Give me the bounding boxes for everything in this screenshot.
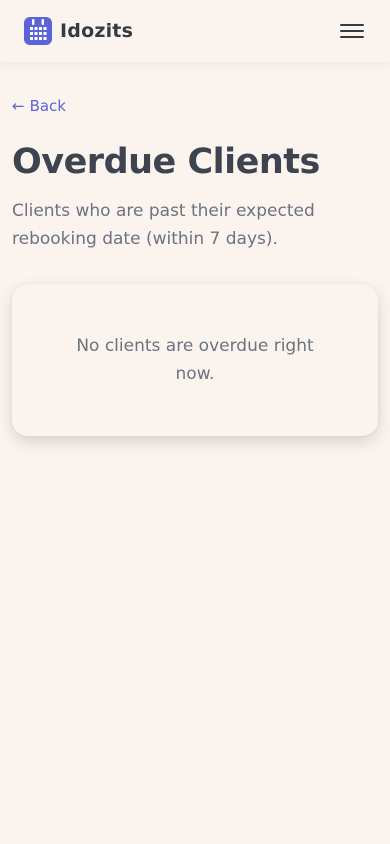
arrow-left-icon: ← bbox=[12, 97, 25, 115]
menu-line bbox=[340, 24, 364, 26]
empty-state-message: No clients are overdue right now. bbox=[76, 336, 314, 384]
menu-line bbox=[340, 36, 364, 38]
menu-line bbox=[340, 30, 364, 32]
overdue-clients-card: No clients are overdue right now. bbox=[12, 284, 378, 436]
back-link[interactable]: ← Back bbox=[12, 97, 66, 115]
calendar-icon bbox=[24, 17, 52, 45]
page-subtitle: Clients who are past their expected rebo… bbox=[12, 201, 315, 249]
app-header: Idozits bbox=[0, 0, 390, 62]
back-label: Back bbox=[29, 97, 66, 115]
hamburger-menu-icon[interactable] bbox=[340, 22, 366, 40]
brand-name: Idozits bbox=[60, 20, 134, 42]
page-title: Overdue Clients bbox=[12, 142, 320, 182]
